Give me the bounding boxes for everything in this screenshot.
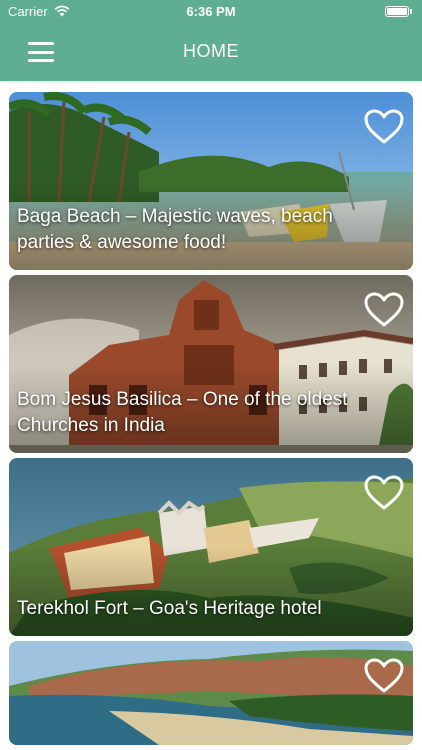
battery-icon [385,5,412,17]
status-left: Carrier [8,4,70,19]
hamburger-menu-icon[interactable] [28,42,54,62]
card-shade [9,546,413,636]
place-card-coastline[interactable] [9,641,413,745]
heart-outline-icon[interactable] [363,474,405,512]
places-feed[interactable]: Baga Beach – Majestic waves, beach parti… [9,92,413,745]
place-card-bom-jesus-basilica[interactable]: Bom Jesus Basilica – One of the oldest C… [9,275,413,453]
place-title: Bom Jesus Basilica – One of the oldest C… [17,389,348,436]
place-card-terekhol-fort[interactable]: Terekhol Fort – Goa's Heritage hotel [9,458,413,636]
place-title: Terekhol Fort – Goa's Heritage hotel [17,598,322,619]
coastline-image [9,641,413,745]
heart-outline-icon[interactable] [363,108,405,146]
heart-outline-icon[interactable] [363,657,405,695]
status-bar: Carrier 6:36 PM [0,0,422,22]
place-title: Baga Beach – Majestic waves, beach parti… [17,206,333,253]
wifi-icon [54,5,70,17]
heart-outline-icon[interactable] [363,291,405,329]
navigation-bar: HOME [0,22,422,81]
page-title: HOME [183,41,239,61]
place-card-baga-beach[interactable]: Baga Beach – Majestic waves, beach parti… [9,92,413,270]
carrier-label: Carrier [8,3,48,19]
